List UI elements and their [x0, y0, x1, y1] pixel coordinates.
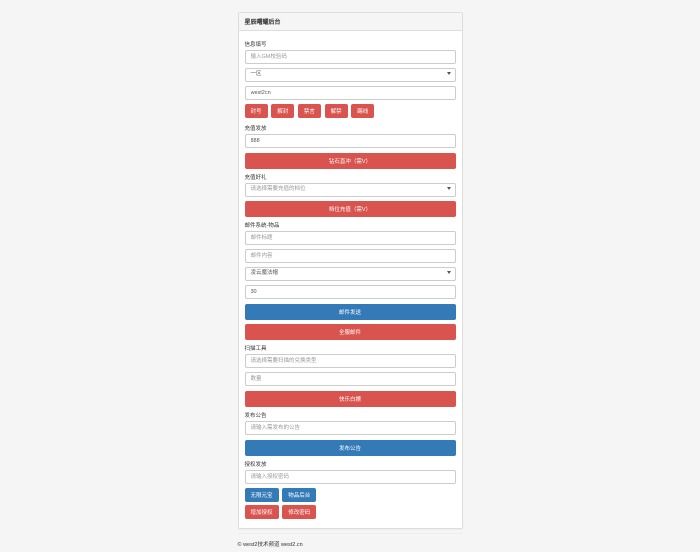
action-button-row: 封号 解封 禁言 解禁 踢线 [245, 104, 456, 121]
mail-all-button[interactable]: 全服邮件 [245, 324, 456, 340]
divider [238, 533, 463, 534]
unmute-button[interactable]: 解禁 [325, 104, 348, 118]
scan-type-input[interactable] [245, 354, 456, 368]
kick-button[interactable]: 踢线 [351, 104, 374, 118]
mail-count-input[interactable] [245, 285, 456, 299]
auth-label: 授权发放 [245, 460, 456, 468]
change-pwd-button[interactable]: 修改密码 [282, 505, 316, 519]
auth-input[interactable] [245, 470, 456, 484]
unlimited-button[interactable]: 无限元宝 [245, 488, 279, 502]
recharge-button[interactable]: 钻石直冲（需V） [245, 153, 456, 169]
notice-input[interactable] [245, 421, 456, 435]
recharge-label: 充值发放 [245, 124, 456, 132]
gift-button[interactable]: 档位充值（需V） [245, 201, 456, 217]
scan-qty-input[interactable] [245, 372, 456, 386]
gift-label: 充值好礼 [245, 173, 456, 181]
mail-title-input[interactable] [245, 231, 456, 245]
scan-label: 扫描工具 [245, 344, 456, 352]
scan-button[interactable]: 快乐白嫖 [245, 391, 456, 407]
unban-button[interactable]: 解封 [271, 104, 294, 118]
item-backend-button[interactable]: 物品后台 [282, 488, 316, 502]
cn-input[interactable] [245, 86, 456, 100]
mail-item-select[interactable]: 凌云魔法帽 [245, 267, 456, 281]
gift-select[interactable]: 请选择需要充值的档位 [245, 183, 456, 197]
mail-send-button[interactable]: 邮件发送 [245, 304, 456, 320]
recharge-value-input[interactable] [245, 134, 456, 148]
panel-body: 信息填写 一区 封号 解封 禁言 解禁 踢线 充值发放 钻石直冲（需V） 充值好… [239, 31, 462, 528]
bottom-button-row-1: 无限元宝 物品后台 [245, 488, 456, 505]
footer-text: © west2技术频道 west2.cn [238, 540, 463, 552]
gm-code-input[interactable] [245, 50, 456, 64]
bottom-button-row-2: 增加授权 修改密码 [245, 505, 456, 522]
mute-button[interactable]: 禁言 [298, 104, 321, 118]
notice-button[interactable]: 发布公告 [245, 440, 456, 456]
add-auth-button[interactable]: 增加授权 [245, 505, 279, 519]
zone-select[interactable]: 一区 [245, 68, 456, 82]
info-label: 信息填写 [245, 40, 456, 48]
main-panel: 星辰曙耀后台 信息填写 一区 封号 解封 禁言 解禁 踢线 充值发放 钻石直冲（… [238, 12, 463, 529]
panel-title: 星辰曙耀后台 [239, 13, 462, 31]
mail-label: 邮件系统-物品 [245, 221, 456, 229]
ban-button[interactable]: 封号 [245, 104, 268, 118]
notice-label: 发布公告 [245, 411, 456, 419]
mail-content-input[interactable] [245, 249, 456, 263]
